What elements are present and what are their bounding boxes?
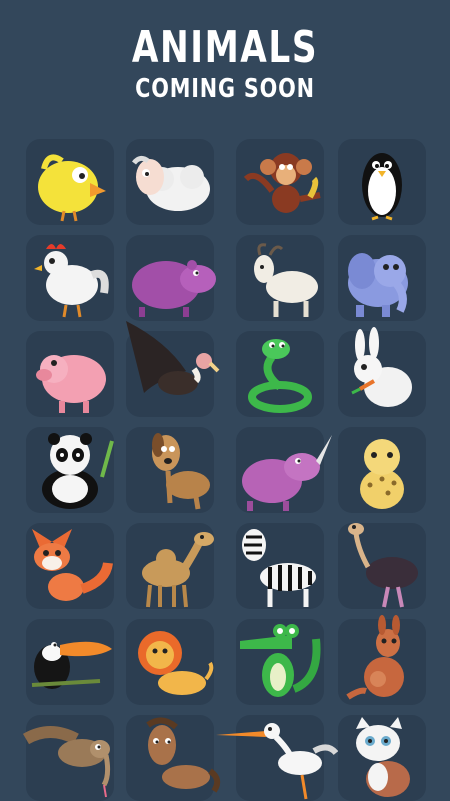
animal-tile-ostrich[interactable] [338, 523, 426, 609]
animal-tile-fox[interactable] [26, 523, 114, 609]
chick-icon [38, 154, 106, 222]
animal-tile-penguin[interactable] [338, 139, 426, 225]
fox-icon [32, 529, 113, 601]
animal-tile-monkey[interactable] [236, 139, 324, 225]
zebra-icon [242, 529, 316, 607]
pig-icon [36, 355, 106, 413]
animal-tile-vulture[interactable] [126, 321, 220, 417]
kangaroo-icon [346, 615, 404, 700]
animal-tile-anteater[interactable] [22, 715, 114, 801]
rhino-icon [242, 435, 332, 511]
monkey-icon [243, 153, 321, 213]
animal-tile-dog[interactable] [126, 427, 214, 513]
lion-icon [138, 631, 214, 695]
hippo-icon [132, 260, 216, 317]
animal-tile-crocodile[interactable] [236, 619, 324, 705]
toucan-icon [31, 641, 112, 689]
animal-tile-rabbit[interactable] [338, 327, 426, 417]
rooster-icon [34, 244, 109, 318]
snake-icon [248, 339, 312, 413]
animal-tile-pig[interactable] [26, 331, 114, 417]
animal-tile-hippo[interactable] [126, 235, 216, 321]
anteater-icon [22, 726, 111, 798]
page-title: ANIMALS [131, 22, 319, 73]
animal-tile-rhino[interactable] [236, 427, 332, 513]
leopard-icon [360, 439, 404, 509]
crocodile-icon [240, 624, 321, 697]
goat-icon [254, 243, 318, 317]
animal-tile-snake[interactable] [236, 331, 324, 417]
animal-tile-elephant[interactable] [338, 235, 426, 321]
animal-tile-rooster[interactable] [26, 235, 114, 321]
panda-icon [42, 433, 114, 509]
animal-tile-sheep[interactable] [126, 139, 214, 225]
cat-icon [356, 717, 410, 797]
animal-tile-toucan[interactable] [26, 619, 114, 705]
camel-icon [142, 532, 214, 608]
elephant-icon [348, 253, 408, 317]
penguin-icon [362, 153, 402, 221]
vulture-icon [126, 321, 220, 395]
animal-tile-horse[interactable] [126, 715, 221, 801]
animal-tile-cat[interactable] [338, 715, 426, 801]
animal-tile-zebra[interactable] [236, 523, 324, 609]
sheep-icon [132, 155, 210, 211]
animal-tile-camel[interactable] [126, 523, 214, 609]
animal-tile-goat[interactable] [236, 235, 324, 321]
animal-tile-leopard[interactable] [338, 427, 426, 513]
animal-tile-kangaroo[interactable] [338, 615, 426, 705]
page-subtitle: COMING SOON [135, 74, 315, 104]
horse-icon [146, 717, 221, 793]
animal-tile-chick[interactable] [26, 139, 114, 225]
ostrich-icon [348, 523, 418, 608]
dog-icon [152, 433, 210, 510]
stork-icon [216, 723, 339, 800]
header: ANIMALS COMING SOON [0, 22, 450, 104]
animal-tile-lion[interactable] [126, 619, 214, 705]
animal-tile-panda[interactable] [26, 427, 114, 513]
animal-tile-stork[interactable] [216, 715, 339, 801]
rabbit-icon [351, 327, 412, 407]
